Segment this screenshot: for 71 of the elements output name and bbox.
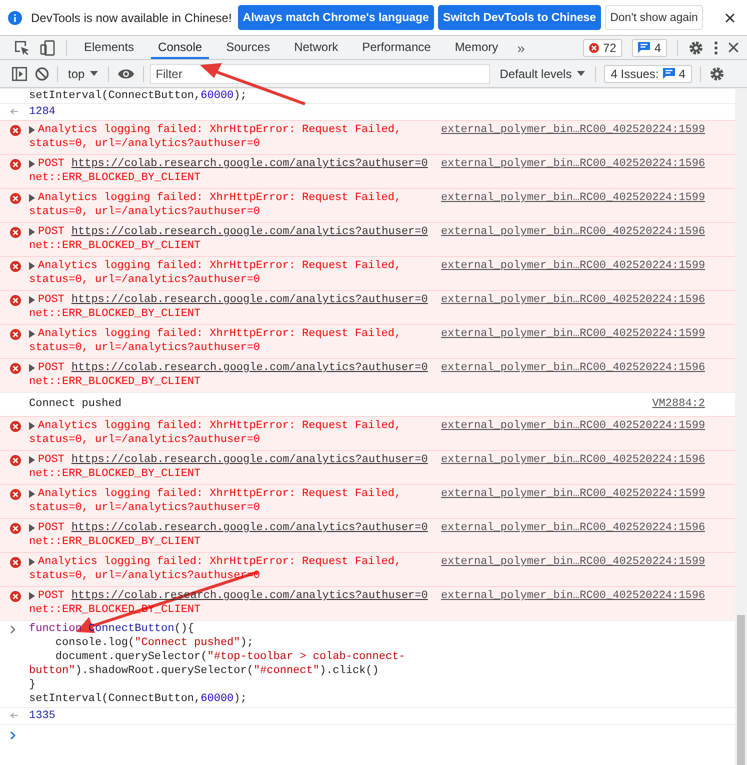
source-link[interactable]: external_polymer_bin…RC00_402520224:1596	[441, 521, 736, 549]
source-link[interactable]: external_polymer_bin…RC00_402520224:1596	[441, 293, 736, 321]
error-message: Analytics logging failed: XhrHttpError: Request Failed,	[38, 555, 402, 569]
source-link[interactable]: external_polymer_bin…RC00_402520224:1596	[441, 361, 736, 389]
code-line: console.log("Connect pushed");	[54, 636, 254, 650]
code-line: }	[29, 678, 37, 692]
code-line: setInterval(ConnectButton,60000);	[29, 692, 248, 706]
error-message: POST	[38, 589, 64, 603]
panel-tab[interactable]: Sources	[219, 36, 278, 59]
url-link[interactable]: https://colab.research.google.com/analytics?authuser=0	[71, 225, 428, 239]
source-link[interactable]: external_polymer_bin…RC00_402520224:1596	[441, 157, 736, 185]
error-detail: net::ERR_BLOCKED_BY_CLIENT	[29, 239, 202, 253]
infobar-button[interactable]: Switch DevTools to Chinese	[438, 5, 602, 30]
source-link[interactable]: external_polymer_bin…RC00_402520224:1596	[441, 589, 736, 617]
source-link[interactable]: external_polymer_bin…RC00_402520224:1596	[441, 453, 736, 481]
url-link[interactable]: https://colab.research.google.com/analytics?authuser=0	[71, 521, 428, 535]
result-value: 1284	[29, 105, 56, 119]
error-detail: net::ERR_BLOCKED_BY_CLIENT	[29, 375, 202, 389]
url-link[interactable]: https://colab.research.google.com/analytics?authuser=0	[71, 361, 428, 375]
error-message: POST	[38, 453, 64, 467]
error-detail: status=0, url=/analytics?authuser=0	[29, 433, 262, 447]
url-link[interactable]: https://colab.research.google.com/analytics?authuser=0	[71, 453, 428, 467]
source-link[interactable]: external_polymer_bin…RC00_402520224:1599	[441, 419, 736, 447]
source-link[interactable]: external_polymer_bin…RC00_402520224:1596	[441, 225, 736, 253]
error-detail: net::ERR_BLOCKED_BY_CLIENT	[29, 307, 202, 321]
url-link[interactable]: https://colab.research.google.com/analytics?authuser=0	[71, 293, 428, 307]
log-levels-dropdown[interactable]: Default levels	[498, 66, 587, 80]
error-message: POST	[38, 225, 64, 239]
panel-tab[interactable]: Network	[287, 36, 346, 59]
infobar-message: DevTools is now available in Chinese!	[31, 10, 232, 24]
panel-tab[interactable]: Performance	[355, 36, 438, 59]
source-link[interactable]: VM2884:2	[441, 397, 735, 411]
error-message: Analytics logging failed: XhrHttpError: Request Failed,	[38, 259, 402, 273]
error-message: Analytics logging failed: XhrHttpError: Request Failed,	[38, 487, 402, 501]
issues-button[interactable]: 4 Issues: 4	[604, 64, 692, 82]
source-link[interactable]: external_polymer_bin…RC00_402520224:1599	[441, 555, 736, 583]
error-detail: status=0, url=/analytics?authuser=0	[29, 501, 262, 515]
error-message: Analytics logging failed: XhrHttpError: Request Failed,	[38, 419, 402, 433]
url-link[interactable]: https://colab.research.google.com/analytics?authuser=0	[71, 157, 428, 171]
infobar-button[interactable]: Always match Chrome's language	[238, 5, 434, 30]
source-link[interactable]: external_polymer_bin…RC00_402520224:1599	[441, 487, 736, 515]
panel-tab[interactable]: Elements	[77, 36, 142, 59]
error-message: POST	[38, 157, 64, 171]
error-detail: net::ERR_BLOCKED_BY_CLIENT	[29, 467, 202, 481]
error-detail: net::ERR_BLOCKED_BY_CLIENT	[29, 535, 202, 549]
error-detail: status=0, url=/analytics?authuser=0	[29, 205, 262, 219]
error-message: Analytics logging failed: XhrHttpError: Request Failed,	[38, 123, 402, 137]
panel-tab[interactable]: Memory	[448, 36, 506, 59]
context-dropdown[interactable]: top	[66, 66, 100, 80]
source-link[interactable]: external_polymer_bin…RC00_402520224:1599	[441, 123, 736, 151]
code-line: setInterval(ConnectButton,60000);	[29, 89, 248, 103]
error-detail: status=0, url=/analytics?authuser=0	[29, 273, 262, 287]
message-count-badge[interactable]: 4	[632, 38, 667, 56]
error-detail: status=0, url=/analytics?authuser=0	[29, 137, 262, 151]
error-message: POST	[38, 521, 64, 535]
result-value: 1335	[29, 709, 56, 723]
source-link[interactable]: external_polymer_bin…RC00_402520224:1599	[441, 327, 736, 355]
source-link[interactable]: external_polymer_bin…RC00_402520224:1599	[441, 259, 736, 287]
code-line: document.querySelector("#top-toolbar > colab-connect-button").shadowRoot.querySelector("#connect").click()	[29, 650, 406, 678]
error-message: POST	[38, 361, 64, 375]
error-message: POST	[38, 293, 64, 307]
error-detail: net::ERR_BLOCKED_BY_CLIENT	[29, 171, 202, 185]
more-tabs-button[interactable]: »	[515, 40, 527, 56]
error-message: Analytics logging failed: XhrHttpError: Request Failed,	[38, 327, 402, 341]
error-detail: status=0, url=/analytics?authuser=0	[29, 341, 262, 355]
log-message: Connect pushed	[29, 397, 122, 411]
error-count-badge[interactable]: 72	[582, 38, 622, 56]
error-message: Analytics logging failed: XhrHttpError: Request Failed,	[38, 191, 402, 205]
filter-field[interactable]: Filter	[150, 64, 490, 84]
infobar-button[interactable]: Don't show again	[605, 5, 703, 30]
source-link[interactable]: external_polymer_bin…RC00_402520224:1599	[441, 191, 736, 219]
